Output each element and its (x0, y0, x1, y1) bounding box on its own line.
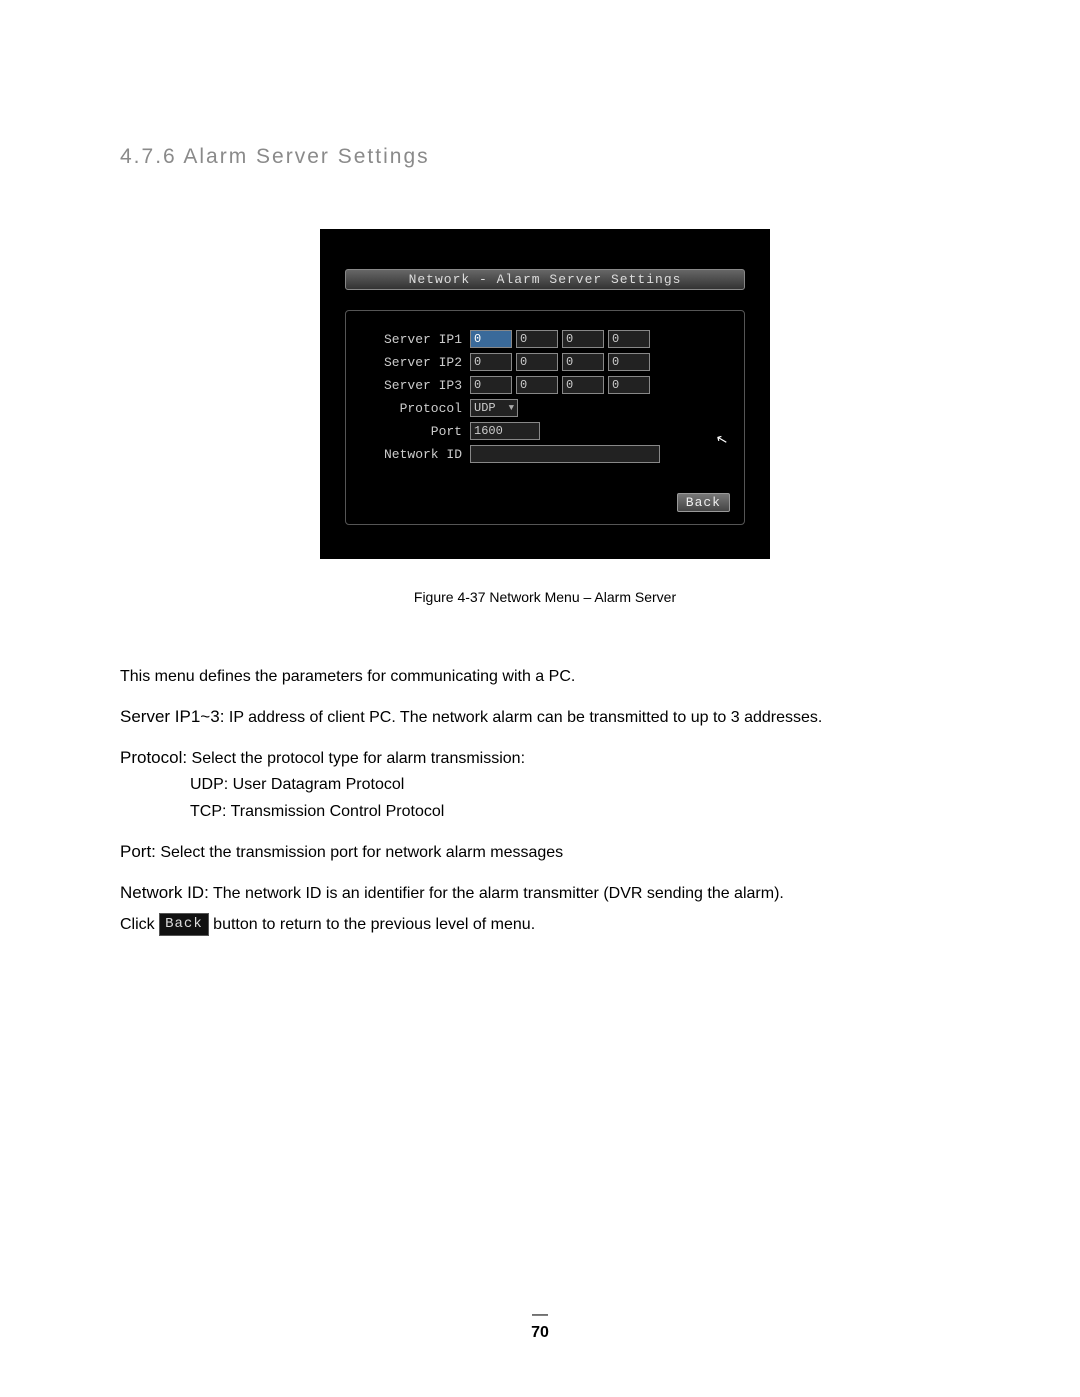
protocol-value: UDP (474, 400, 496, 416)
protocol-select[interactable]: UDP ▼ (470, 399, 518, 417)
inline-back-button: Back (159, 913, 209, 937)
ip2-octet-2[interactable]: 0 (516, 353, 558, 371)
port-input[interactable]: 1600 (470, 422, 540, 440)
label-server-ip2: Server IP2 (360, 355, 470, 370)
page-number: — 70 (0, 1310, 1080, 1342)
ip3-octet-4[interactable]: 0 (608, 376, 650, 394)
ip2-octet-4[interactable]: 0 (608, 353, 650, 371)
intro-text: This menu defines the parameters for com… (120, 665, 970, 690)
row-network-id: Network ID (360, 444, 730, 464)
network-id-desc: The network ID is an identifier for the … (209, 885, 784, 902)
ip3-octet-2[interactable]: 0 (516, 376, 558, 394)
ip2-octet-1[interactable]: 0 (470, 353, 512, 371)
protocol-term: Protocol: (120, 748, 187, 767)
chevron-down-icon: ▼ (509, 400, 514, 416)
label-port: Port (360, 424, 470, 439)
network-id-input[interactable] (470, 445, 660, 463)
dialog-title: Network - Alarm Server Settings (345, 269, 745, 290)
port-desc: Select the transmission port for network… (156, 844, 563, 861)
ip3-octet-1[interactable]: 0 (470, 376, 512, 394)
row-server-ip3: Server IP3 0 0 0 0 (360, 375, 730, 395)
network-id-term: Network ID: (120, 883, 209, 902)
ip1-octet-1[interactable]: 0 (470, 330, 512, 348)
figure-caption: Figure 4-37 Network Menu – Alarm Server (414, 589, 676, 605)
back-button[interactable]: Back (677, 493, 730, 512)
click-prefix: Click (120, 916, 159, 933)
ip1-octet-3[interactable]: 0 (562, 330, 604, 348)
port-paragraph: Port: Select the transmission port for n… (120, 839, 970, 866)
row-port: Port 1600 (360, 421, 730, 441)
protocol-desc: Select the protocol type for alarm trans… (187, 750, 525, 767)
ip1-octet-2[interactable]: 0 (516, 330, 558, 348)
protocol-udp-line: UDP: User Datagram Protocol (120, 773, 970, 798)
ip1-octet-4[interactable]: 0 (608, 330, 650, 348)
port-term: Port: (120, 842, 156, 861)
figure-container: Network - Alarm Server Settings Server I… (120, 229, 970, 605)
server-ip-paragraph: Server IP1~3: IP address of client PC. T… (120, 704, 970, 731)
settings-panel: Server IP1 0 0 0 0 Server IP2 0 0 0 0 Se… (345, 310, 745, 525)
page-number-dash: — (0, 1310, 1080, 1320)
body-content: This menu defines the parameters for com… (120, 665, 970, 937)
click-suffix: button to return to the previous level o… (209, 916, 535, 933)
ip3-octet-3[interactable]: 0 (562, 376, 604, 394)
click-back-paragraph: Click Back button to return to the previ… (120, 913, 970, 938)
label-server-ip3: Server IP3 (360, 378, 470, 393)
dvr-screenshot: Network - Alarm Server Settings Server I… (320, 229, 770, 559)
server-ip-term: Server IP1~3: (120, 707, 224, 726)
protocol-paragraph: Protocol: Select the protocol type for a… (120, 745, 970, 772)
row-protocol: Protocol UDP ▼ (360, 398, 730, 418)
label-network-id: Network ID (360, 447, 470, 462)
section-heading: 4.7.6 Alarm Server Settings (120, 145, 970, 169)
page-number-value: 70 (531, 1324, 549, 1341)
server-ip-desc: IP address of client PC. The network ala… (224, 709, 822, 726)
network-id-paragraph: Network ID: The network ID is an identif… (120, 880, 970, 907)
row-server-ip1: Server IP1 0 0 0 0 (360, 329, 730, 349)
row-server-ip2: Server IP2 0 0 0 0 (360, 352, 730, 372)
label-server-ip1: Server IP1 (360, 332, 470, 347)
protocol-tcp-line: TCP: Transmission Control Protocol (120, 800, 970, 825)
label-protocol: Protocol (360, 401, 470, 416)
ip2-octet-3[interactable]: 0 (562, 353, 604, 371)
